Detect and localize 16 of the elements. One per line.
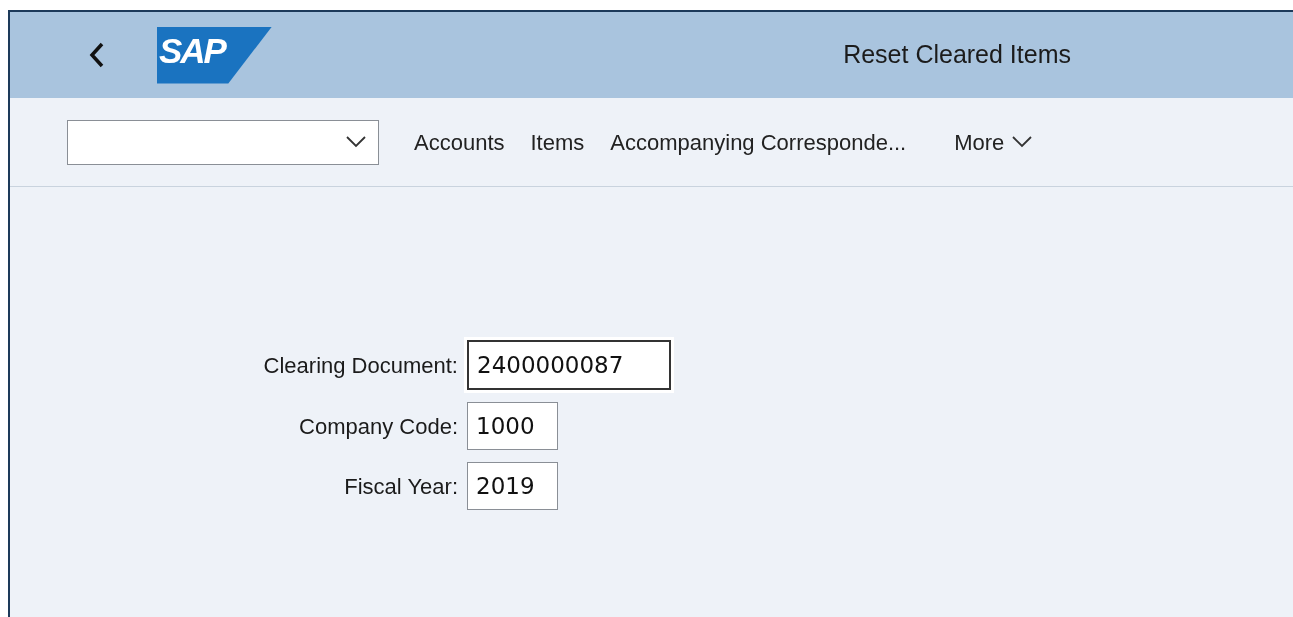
field-label: Company Code: [298, 412, 459, 441]
page-title: Reset Cleared Items [842, 39, 1072, 71]
toolbar-link[interactable]: Accompanying Corresponde... [597, 125, 920, 159]
chevron-down-icon [1012, 136, 1033, 148]
toolbar-link[interactable]: Items [517, 125, 598, 159]
chevron-down-icon [346, 136, 366, 148]
input-field[interactable]: 2400000087 [467, 340, 671, 390]
input-field[interactable]: 2019 [467, 462, 558, 510]
back-icon [89, 41, 105, 69]
field-label: Fiscal Year: [343, 472, 459, 501]
field-label: Clearing Document: [262, 351, 459, 380]
input-field[interactable]: 1000 [467, 402, 558, 450]
more-menu-button[interactable]: More [941, 125, 1046, 159]
toolbar-link[interactable]: Accounts [401, 125, 518, 159]
sap-logo: SAP [157, 26, 272, 84]
dropdown-field[interactable] [67, 119, 379, 165]
